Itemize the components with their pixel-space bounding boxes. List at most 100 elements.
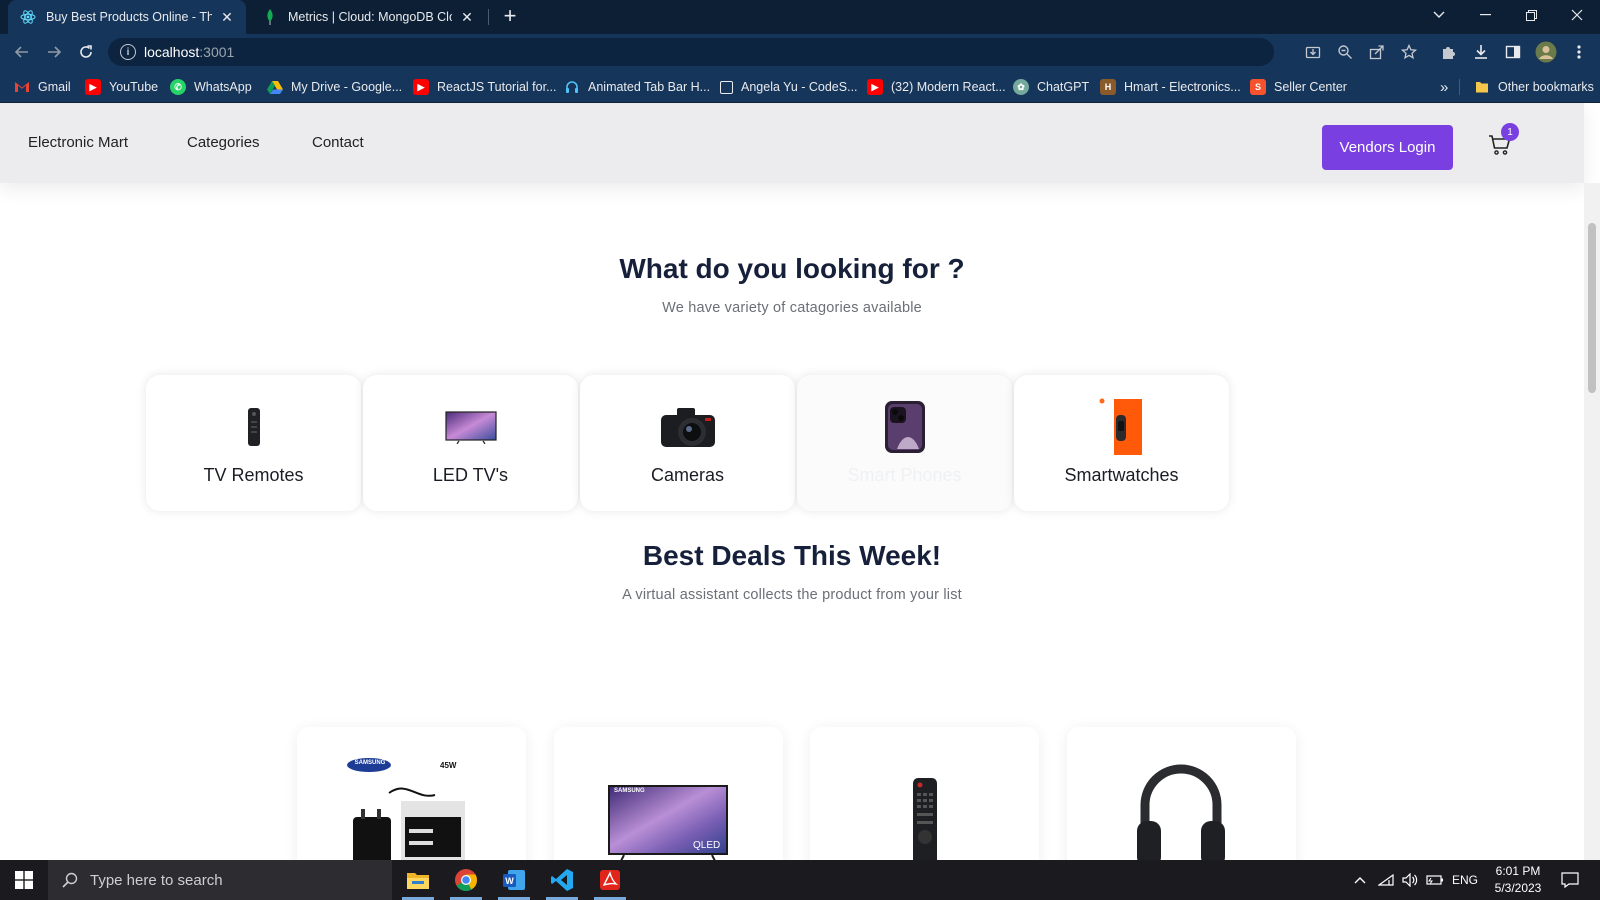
extensions-puzzle-icon[interactable]: [1438, 41, 1460, 63]
network-icon[interactable]: [1378, 860, 1394, 900]
address-port: :3001: [199, 44, 235, 60]
categories-subtitle: We have variety of catagories available: [662, 300, 922, 316]
bookmark-label: (32) Modern React...: [891, 80, 1006, 94]
new-tab-button[interactable]: +: [497, 3, 523, 29]
search-icon: [62, 872, 78, 888]
deal-product-card[interactable]: SAMSUNG QLED: [554, 727, 783, 860]
forward-arrow-icon[interactable]: [42, 40, 66, 64]
deals-title: Best Deals This Week!: [642, 540, 942, 571]
file-explorer-icon[interactable]: [394, 860, 442, 900]
category-card-led-tvs[interactable]: LED TV's: [363, 375, 578, 511]
seller-center-icon: S: [1250, 79, 1266, 95]
youtube-icon: ▶: [867, 79, 883, 95]
svg-text:W: W: [505, 876, 514, 886]
nav-link-home[interactable]: Electronic Mart: [28, 134, 128, 151]
bookmark-angela-yu[interactable]: Angela Yu - CodeS...: [720, 76, 858, 98]
bookmarks-overflow-button[interactable]: »: [1440, 76, 1448, 98]
deal-product-card[interactable]: [810, 727, 1039, 860]
browser-tab[interactable]: Metrics | Cloud: MongoDB Cloud ✕: [250, 0, 486, 34]
category-card-tv-remotes[interactable]: TV Remotes: [146, 375, 361, 511]
chatgpt-icon: ✿: [1013, 79, 1029, 95]
tab-divider: [488, 9, 489, 25]
mongodb-leaf-icon: [262, 9, 278, 25]
nav-link-contact[interactable]: Contact: [312, 134, 364, 151]
close-tab-icon[interactable]: ✕: [218, 8, 236, 26]
youtube-icon: ▶: [413, 79, 429, 95]
bookmark-label: My Drive - Google...: [291, 80, 403, 94]
categories-title: What do you looking for ?: [619, 253, 965, 284]
browser-tab-strip: Buy Best Products Online - TheEl ✕ Metri…: [0, 0, 1600, 34]
vendors-login-button[interactable]: Vendors Login: [1322, 125, 1453, 170]
vscode-icon[interactable]: [538, 860, 586, 900]
minimize-icon[interactable]: [1462, 0, 1508, 30]
bookmark-label: Seller Center: [1274, 80, 1347, 94]
bookmark-whatsapp[interactable]: ✆ WhatsApp: [170, 76, 252, 98]
smartwatch-image: [1082, 397, 1162, 457]
category-label: Smartwatches: [1064, 465, 1179, 485]
bookmark-seller-center[interactable]: S Seller Center: [1250, 76, 1347, 98]
taskbar-search-placeholder: Type here to search: [90, 871, 223, 889]
restore-icon[interactable]: [1508, 0, 1554, 30]
windows-start-icon[interactable]: [0, 860, 48, 900]
bookmark-animated-tab-bar[interactable]: Animated Tab Bar H...: [564, 76, 710, 98]
word-icon[interactable]: W: [490, 860, 538, 900]
bookmark-reactjs-tutorial[interactable]: ▶ ReactJS Tutorial for...: [413, 76, 557, 98]
bookmark-label: Animated Tab Bar H...: [588, 80, 711, 94]
volume-icon[interactable]: [1402, 860, 1418, 900]
bookmark-modern-react[interactable]: ▶ (32) Modern React...: [867, 76, 1006, 98]
back-arrow-icon[interactable]: [10, 40, 34, 64]
address-bar[interactable]: i localhost :3001: [108, 38, 1274, 66]
browser-tab-active[interactable]: Buy Best Products Online - TheEl ✕: [8, 0, 246, 34]
gmail-icon: [14, 79, 30, 95]
browser-toolbar: i localhost :3001: [0, 34, 1600, 70]
system-clock[interactable]: 6:01 PM 5/3/2023: [1486, 860, 1550, 900]
taskbar-search-box[interactable]: Type here to search: [48, 860, 392, 900]
google-drive-icon: [267, 79, 283, 95]
profile-avatar[interactable]: [1535, 41, 1557, 63]
page-scrollbar[interactable]: [1584, 183, 1600, 860]
category-card-smartwatches[interactable]: Smartwatches: [1014, 375, 1229, 511]
reload-icon[interactable]: [74, 40, 98, 64]
install-app-icon[interactable]: [1302, 41, 1324, 63]
nav-link-categories[interactable]: Categories: [187, 134, 260, 151]
scrollbar-thumb[interactable]: [1588, 223, 1596, 393]
category-card-smart-phones[interactable]: Smart Phones: [797, 375, 1012, 511]
bookmark-label: ReactJS Tutorial for...: [437, 80, 557, 94]
other-bookmarks-folder[interactable]: Other bookmarks: [1474, 76, 1594, 98]
bookmark-star-icon[interactable]: [1398, 41, 1420, 63]
bookmarks-divider: [1459, 79, 1460, 95]
clock-date: 5/3/2023: [1494, 881, 1542, 895]
input-language[interactable]: ENG: [1452, 860, 1478, 900]
site-info-icon[interactable]: i: [120, 44, 136, 60]
deal-product-card[interactable]: [1067, 727, 1296, 860]
category-label: TV Remotes: [203, 465, 304, 485]
deals-subtitle: A virtual assistant collects the product…: [622, 587, 962, 603]
tab-search-icon[interactable]: [1416, 0, 1462, 30]
bookmark-gmail[interactable]: Gmail: [14, 76, 71, 98]
tv-brand-text: SAMSUNG: [614, 788, 645, 794]
downloads-icon[interactable]: [1470, 41, 1492, 63]
category-card-cameras[interactable]: Cameras: [580, 375, 795, 511]
site-navbar: Electronic Mart Categories Contact Vendo…: [0, 103, 1584, 183]
close-tab-icon[interactable]: ✕: [458, 8, 476, 26]
bookmark-youtube[interactable]: ▶ YouTube: [85, 76, 158, 98]
show-hidden-icons[interactable]: [1354, 860, 1366, 900]
zoom-icon[interactable]: [1334, 41, 1356, 63]
share-icon[interactable]: [1366, 41, 1388, 63]
acrobat-icon[interactable]: [586, 860, 634, 900]
bookmark-label: Hmart - Electronics...: [1124, 80, 1241, 94]
battery-icon[interactable]: [1426, 860, 1444, 900]
deal-product-card[interactable]: SAMSUNG 45W: [297, 727, 526, 860]
browser-menu-icon[interactable]: [1568, 41, 1590, 63]
chrome-icon[interactable]: [442, 860, 490, 900]
windows-taskbar: Type here to search W ENG 6:01 PM 5/3/20…: [0, 860, 1600, 900]
headphones-image: [1135, 759, 1227, 860]
side-panel-icon[interactable]: [1502, 41, 1524, 63]
close-window-icon[interactable]: [1554, 0, 1600, 30]
bookmark-chatgpt[interactable]: ✿ ChatGPT: [1013, 76, 1089, 98]
bookmark-google-drive[interactable]: My Drive - Google...: [267, 76, 402, 98]
camera-image: [648, 397, 728, 457]
notifications-icon[interactable]: [1556, 860, 1584, 900]
charger-brand-text: SAMSUNG: [354, 760, 386, 766]
bookmark-hmart[interactable]: H Hmart - Electronics...: [1100, 76, 1241, 98]
